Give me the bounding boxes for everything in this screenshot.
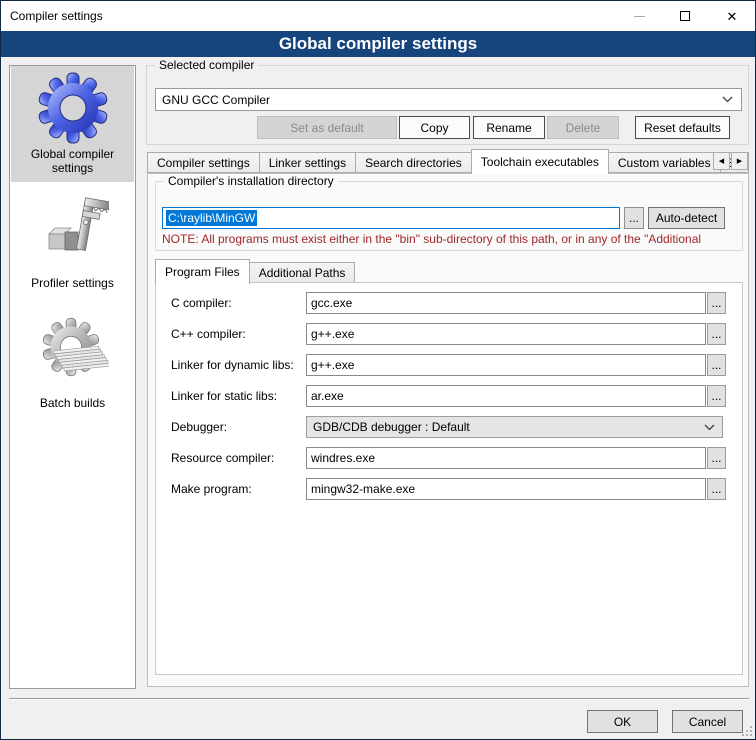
blue-gear-icon bbox=[36, 71, 110, 145]
copy-button[interactable]: Copy bbox=[399, 116, 470, 139]
dynamic-linker-input[interactable] bbox=[306, 354, 706, 376]
page-title: Global compiler settings bbox=[279, 34, 477, 54]
tab-scroll-left-button[interactable]: ◀ bbox=[713, 152, 730, 170]
sidebar-item-label: Profiler settings bbox=[11, 276, 134, 290]
static-linker-input[interactable] bbox=[306, 385, 706, 407]
tab-toolchain-executables[interactable]: Toolchain executables bbox=[471, 149, 609, 174]
browse-button[interactable]: ... bbox=[707, 323, 726, 345]
sidebar-item-profiler-settings[interactable]: Profiler settings bbox=[11, 188, 134, 290]
browse-button[interactable]: ... bbox=[707, 447, 726, 469]
program-row: C compiler: ... bbox=[156, 292, 742, 316]
settings-sidebar: Global compiler settings bbox=[9, 65, 136, 689]
footer-divider bbox=[9, 698, 749, 700]
field-label: Make program: bbox=[171, 482, 252, 496]
chevron-down-icon bbox=[704, 424, 715, 431]
browse-directory-button[interactable]: ... bbox=[624, 207, 644, 229]
maximize-icon bbox=[680, 11, 690, 21]
field-label: C++ compiler: bbox=[171, 327, 246, 341]
field-label: Linker for static libs: bbox=[171, 389, 277, 403]
program-row: Linker for static libs: ... bbox=[156, 385, 742, 409]
program-row: C++ compiler: ... bbox=[156, 323, 742, 347]
program-files-tabstrip: Program Files Additional Paths bbox=[155, 258, 355, 283]
cancel-button[interactable]: Cancel bbox=[672, 710, 743, 733]
sidebar-item-label: Global compiler settings bbox=[11, 147, 134, 175]
scroll-right-icon: ▶ bbox=[737, 158, 742, 165]
browse-button[interactable]: ... bbox=[707, 478, 726, 500]
browse-button[interactable]: ... bbox=[707, 354, 726, 376]
program-row: Linker for dynamic libs: ... bbox=[156, 354, 742, 378]
groupbox-legend: Selected compiler bbox=[155, 58, 258, 72]
rename-button[interactable]: Rename bbox=[473, 116, 545, 139]
browse-button[interactable]: ... bbox=[707, 385, 726, 407]
caliper-icon bbox=[37, 192, 109, 264]
ok-button[interactable]: OK bbox=[587, 710, 658, 733]
window-title: Compiler settings bbox=[10, 9, 103, 23]
field-label: Resource compiler: bbox=[171, 451, 274, 465]
make-program-input[interactable] bbox=[306, 478, 706, 500]
resize-grip[interactable] bbox=[741, 725, 753, 737]
sidebar-item-global-compiler-settings[interactable]: Global compiler settings bbox=[11, 66, 134, 182]
close-button[interactable]: ✕ bbox=[709, 1, 755, 31]
installation-directory-input[interactable]: C:\raylib\MinGW bbox=[162, 207, 620, 229]
debugger-select[interactable]: GDB/CDB debugger : Default bbox=[306, 416, 723, 438]
field-label: C compiler: bbox=[171, 296, 232, 310]
toolchain-executables-panel: Compiler's installation directory C:\ray… bbox=[147, 173, 749, 687]
delete-button[interactable]: Delete bbox=[547, 116, 619, 139]
groupbox-legend: Compiler's installation directory bbox=[164, 174, 338, 188]
compiler-settings-dialog: Compiler settings ✕ Global compiler sett… bbox=[0, 0, 756, 740]
selected-path-text: C:\raylib\MinGW bbox=[166, 210, 257, 226]
auto-detect-button[interactable]: Auto-detect bbox=[648, 207, 725, 229]
c-compiler-input[interactable] bbox=[306, 292, 706, 314]
sidebar-item-batch-builds[interactable]: Batch builds bbox=[11, 312, 134, 410]
debugger-select-value: GDB/CDB debugger : Default bbox=[307, 420, 704, 434]
program-files-panel: C compiler: ... C++ compiler: ... Linker… bbox=[155, 282, 743, 675]
settings-tabstrip: Compiler settings Linker settings Search… bbox=[147, 149, 749, 173]
program-row: Make program: ... bbox=[156, 478, 742, 502]
scroll-left-icon: ◀ bbox=[719, 158, 724, 165]
maximize-button[interactable] bbox=[662, 1, 708, 31]
browse-button[interactable]: ... bbox=[707, 292, 726, 314]
set-as-default-button[interactable]: Set as default bbox=[257, 116, 397, 139]
field-label: Debugger: bbox=[171, 420, 227, 434]
tab-scroll-right-button[interactable]: ▶ bbox=[731, 152, 748, 170]
resource-compiler-input[interactable] bbox=[306, 447, 706, 469]
tab-linker-settings[interactable]: Linker settings bbox=[259, 152, 356, 173]
titlebar[interactable]: Compiler settings ✕ bbox=[1, 1, 755, 31]
program-row: Resource compiler: ... bbox=[156, 447, 742, 471]
bin-subdirectory-note: NOTE: All programs must exist either in … bbox=[162, 232, 740, 246]
tab-program-files[interactable]: Program Files bbox=[155, 259, 250, 284]
field-label: Linker for dynamic libs: bbox=[171, 358, 294, 372]
chevron-down-icon bbox=[722, 96, 733, 103]
tab-compiler-settings[interactable]: Compiler settings bbox=[147, 152, 260, 173]
dialog-header: Global compiler settings bbox=[1, 31, 755, 57]
program-row: Debugger: GDB/CDB debugger : Default bbox=[156, 416, 742, 440]
minimize-icon bbox=[634, 16, 645, 17]
minimize-button[interactable] bbox=[616, 1, 662, 31]
reset-defaults-button[interactable]: Reset defaults bbox=[635, 116, 730, 139]
cpp-compiler-input[interactable] bbox=[306, 323, 706, 345]
sidebar-item-label: Batch builds bbox=[11, 396, 134, 410]
close-icon: ✕ bbox=[727, 10, 738, 23]
compiler-select-value: GNU GCC Compiler bbox=[156, 93, 722, 107]
tab-search-directories[interactable]: Search directories bbox=[355, 152, 472, 173]
gray-gear-stack-icon bbox=[37, 317, 109, 389]
compiler-select[interactable]: GNU GCC Compiler bbox=[155, 88, 742, 111]
tab-additional-paths[interactable]: Additional Paths bbox=[249, 262, 356, 283]
tab-custom-variables[interactable]: Custom variables bbox=[608, 152, 721, 173]
selected-compiler-groupbox: Selected compiler GNU GCC Compiler Set a… bbox=[146, 65, 749, 145]
